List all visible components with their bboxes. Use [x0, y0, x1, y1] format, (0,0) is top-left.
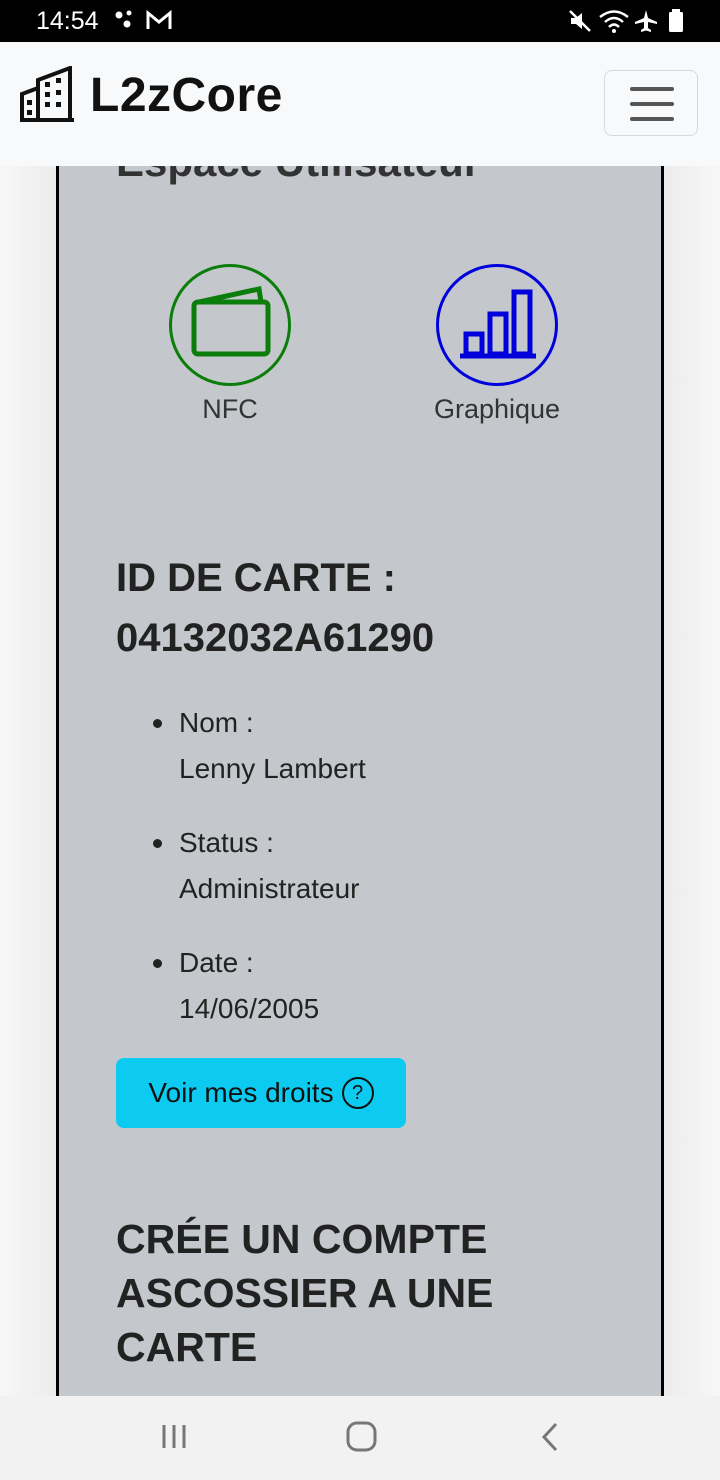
view-rights-button[interactable]: Voir mes droits ?	[116, 1058, 406, 1128]
date-value: 14/06/2005	[179, 993, 320, 1024]
battery-icon	[669, 9, 683, 32]
building-icon[interactable]	[20, 66, 74, 122]
status-value: Administrateur	[179, 873, 360, 904]
view-rights-label: Voir mes droits	[148, 1077, 334, 1108]
navbar: L2zCore	[0, 42, 720, 166]
nfc-tile[interactable]: NFC	[130, 264, 330, 425]
page-margin-left	[0, 166, 56, 1396]
bar-chart-icon	[460, 289, 536, 359]
card-id-label: ID DE CARTE :	[116, 556, 396, 600]
card-id: ID DE CARTE : 04132032A61290	[116, 548, 434, 668]
list-item: Status : Administrateur	[153, 820, 366, 912]
status-bar: 14:54	[0, 0, 720, 42]
wallet-icon	[191, 285, 271, 357]
gmail-icon	[146, 9, 172, 29]
hamburger-line	[630, 102, 674, 106]
chart-circle[interactable]	[436, 264, 558, 386]
question-circle-icon: ?	[341, 1077, 374, 1109]
name-value: Lenny Lambert	[179, 753, 366, 784]
page-margin-right	[664, 166, 720, 1396]
hamburger-line	[630, 117, 674, 121]
brand-name[interactable]: L2zCore	[90, 68, 283, 123]
wifi-icon	[599, 10, 629, 33]
card-details-list: Nom : Lenny Lambert Status : Administrat…	[153, 700, 366, 1060]
list-item: Nom : Lenny Lambert	[153, 700, 366, 792]
chart-label: Graphique	[433, 394, 561, 424]
hamburger-icon	[630, 87, 674, 91]
status-label: Status :	[179, 827, 274, 858]
name-label: Nom :	[179, 707, 254, 738]
dots-icon	[115, 10, 132, 28]
menu-toggle-button[interactable]	[604, 70, 698, 136]
status-time: 14:54	[36, 7, 99, 35]
list-item: Date : 14/06/2005	[153, 940, 366, 1032]
airplane-icon	[635, 10, 657, 32]
nfc-label: NFC	[202, 394, 258, 424]
date-label: Date :	[179, 947, 254, 978]
chart-tile[interactable]: Graphique	[397, 264, 597, 425]
create-account-title: CRÉE UN COMPTE ASCOSSIER A UNE CARTE	[116, 1216, 494, 1370]
back-icon[interactable]	[538, 1421, 562, 1453]
recent-apps-icon[interactable]	[160, 1422, 190, 1452]
card-id-value: 04132032A61290	[116, 616, 435, 660]
nfc-circle[interactable]	[169, 264, 291, 386]
home-icon[interactable]	[345, 1420, 379, 1454]
mute-icon	[569, 10, 591, 32]
user-card: Espace Utilisateur NFC Graphique ID DE C…	[56, 120, 664, 1420]
system-nav-bar	[0, 1396, 720, 1480]
